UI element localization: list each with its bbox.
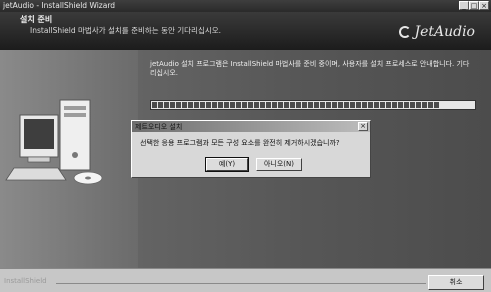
computer-illustration-icon xyxy=(5,99,103,185)
progress-segment xyxy=(368,102,373,108)
progress-segment xyxy=(332,102,337,108)
progress-segment xyxy=(296,102,301,108)
progress-segment xyxy=(254,102,259,108)
progress-segment xyxy=(272,102,277,108)
header-title: 설치 준비 xyxy=(20,15,53,24)
maximize-button[interactable]: □ xyxy=(469,1,479,10)
progress-segment xyxy=(326,102,331,108)
logo-mark-icon xyxy=(399,26,412,38)
dialog-close-button[interactable]: × xyxy=(358,122,368,131)
progress-segment xyxy=(362,102,367,108)
wizard-header: 설치 준비 InstallShield 마법사가 설치를 준비하는 동안 기다리… xyxy=(0,12,491,50)
progress-segment xyxy=(320,102,325,108)
progress-segment xyxy=(242,102,247,108)
installer-window: jetAudio - InstallShield Wizard _ □ × 설치… xyxy=(0,0,491,292)
progress-segment xyxy=(374,102,379,108)
progress-segment xyxy=(164,102,169,108)
no-button[interactable]: 아니오(N) xyxy=(256,158,302,171)
progress-segment xyxy=(416,102,421,108)
progress-segment xyxy=(422,102,427,108)
close-button[interactable]: × xyxy=(479,1,489,10)
progress-segment xyxy=(380,102,385,108)
progress-segment xyxy=(386,102,391,108)
progress-segment xyxy=(158,102,163,108)
progress-segment xyxy=(200,102,205,108)
wizard-footer: InstallShield 취소 xyxy=(0,268,491,292)
progress-segment xyxy=(392,102,397,108)
logo-text: JetAudio xyxy=(414,24,475,40)
dialog-question: 선택한 응용 프로그램과 모든 구성 요소를 완전히 제거하시겠습니까? xyxy=(140,139,340,147)
progress-bar xyxy=(150,100,476,110)
progress-segment xyxy=(356,102,361,108)
cancel-button[interactable]: 취소 xyxy=(428,275,484,290)
progress-segment xyxy=(248,102,253,108)
progress-segment xyxy=(428,102,433,108)
progress-segment xyxy=(236,102,241,108)
progress-segment xyxy=(176,102,181,108)
minimize-button[interactable]: _ xyxy=(459,1,469,10)
progress-segment xyxy=(302,102,307,108)
progress-segment xyxy=(218,102,223,108)
status-message: jetAudio 설치 프로그램은 InstallShield 마법사를 준비 … xyxy=(150,60,470,77)
progress-segment xyxy=(206,102,211,108)
progress-segment xyxy=(230,102,235,108)
footer-divider xyxy=(56,283,426,284)
progress-segment xyxy=(212,102,217,108)
progress-segment xyxy=(224,102,229,108)
progress-segment xyxy=(170,102,175,108)
progress-segment xyxy=(152,102,157,108)
installshield-brand: InstallShield xyxy=(4,277,47,285)
progress-segment xyxy=(398,102,403,108)
progress-segment xyxy=(410,102,415,108)
progress-segment xyxy=(260,102,265,108)
side-graphic xyxy=(0,50,138,268)
window-title: jetAudio - InstallShield Wizard xyxy=(3,1,116,10)
header-subtitle: InstallShield 마법사가 설치를 준비하는 동안 기다리십시오. xyxy=(30,26,222,35)
progress-segment xyxy=(434,102,439,108)
progress-segment xyxy=(290,102,295,108)
yes-button[interactable]: 예(Y) xyxy=(205,157,249,172)
jetaudio-logo: JetAudio xyxy=(399,24,475,40)
progress-segment xyxy=(278,102,283,108)
progress-segment xyxy=(188,102,193,108)
progress-segment xyxy=(308,102,313,108)
progress-segment xyxy=(182,102,187,108)
progress-segment xyxy=(194,102,199,108)
title-bar[interactable]: jetAudio - InstallShield Wizard _ □ × xyxy=(0,0,491,12)
confirm-dialog: 제트오디오 설치 × 선택한 응용 프로그램과 모든 구성 요소를 완전히 제거… xyxy=(131,120,371,178)
progress-segment xyxy=(350,102,355,108)
dialog-title-bar[interactable]: 제트오디오 설치 × xyxy=(132,121,370,132)
progress-segment xyxy=(314,102,319,108)
progress-segment xyxy=(344,102,349,108)
dialog-title: 제트오디오 설치 xyxy=(135,123,183,131)
progress-segment xyxy=(266,102,271,108)
progress-segment xyxy=(338,102,343,108)
progress-segment xyxy=(404,102,409,108)
progress-segment xyxy=(284,102,289,108)
